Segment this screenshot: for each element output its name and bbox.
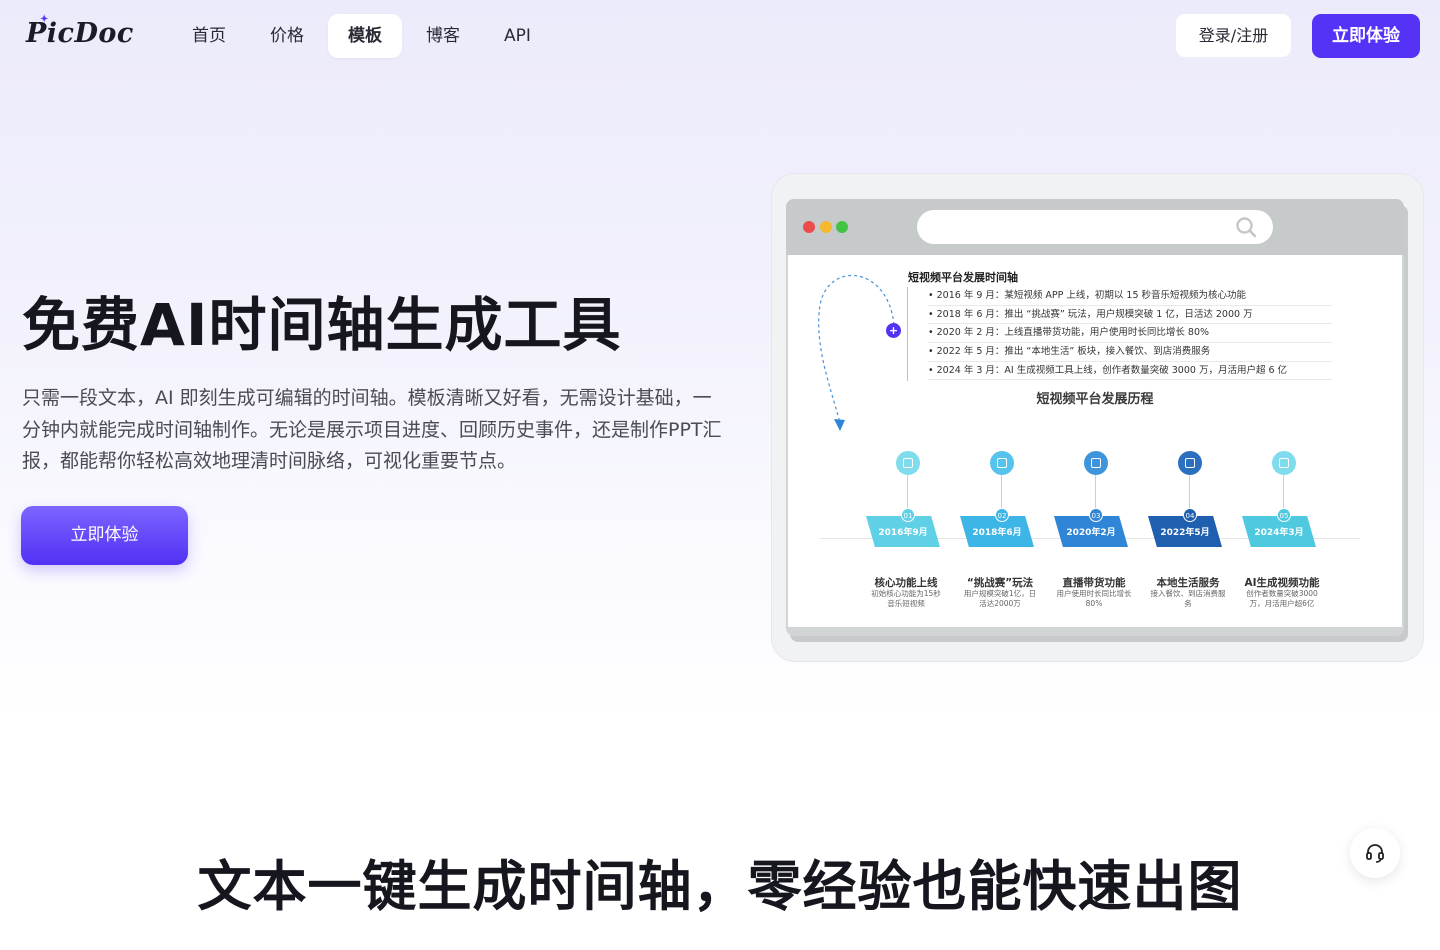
window-minimize-dot: [820, 221, 832, 233]
timeline-label: 核心功能上线: [874, 577, 938, 589]
headset-icon: [1366, 844, 1384, 863]
timeline-number: 03: [1089, 508, 1103, 522]
browser-mockup: + 短视频平台发展时间轴 • 2016 年 9 月：某短视频 APP 上线，初期…: [786, 199, 1404, 636]
nav-links: 首页 价格 模板 博客 API: [172, 14, 551, 58]
milestone-icon: [990, 451, 1014, 475]
doc-heading: 短视频平台发展时间轴: [908, 271, 1018, 284]
doc-list: • 2016 年 9 月：某短视频 APP 上线，初期以 15 秒音乐短视频为核…: [907, 287, 1332, 381]
timeline-stem: [1189, 475, 1190, 511]
timeline-desc: 用户规模突破1亿，日活达2000万: [963, 589, 1037, 608]
timeline-preview-page: + 短视频平台发展时间轴 • 2016 年 9 月：某短视频 APP 上线，初期…: [788, 255, 1402, 627]
timeline-desc: 用户使用时长同比增长80%: [1056, 589, 1132, 608]
timeline-number: 04: [1183, 508, 1197, 522]
customer-support-button[interactable]: [1350, 828, 1400, 878]
window-maximize-dot: [836, 221, 848, 233]
address-bar: [917, 210, 1273, 244]
timeline-label: 直播带货功能: [1062, 577, 1126, 589]
doc-line: • 2022 年 5 月：推出 “本地生活” 板块，接入餐饮、到店消费服务: [907, 343, 1332, 362]
timeline-number: 01: [901, 508, 915, 522]
doc-line: • 2024 年 3 月：AI 生成视频工具上线，创作者数量突破 3000 万，…: [907, 361, 1332, 381]
nav-templates[interactable]: 模板: [328, 14, 402, 58]
browser-toolbar: [786, 199, 1404, 255]
nav-pricing[interactable]: 价格: [250, 14, 324, 58]
section-title: 文本一键生成时间轴，零经验也能快速出图: [197, 855, 1243, 918]
plus-icon: +: [886, 323, 901, 338]
timeline-stem: [1095, 475, 1096, 511]
timeline-title: 短视频平台发展历程: [1036, 392, 1154, 407]
nav-api[interactable]: API: [484, 14, 551, 58]
timeline-stem: [907, 475, 908, 511]
doc-line: • 2018 年 6 月：推出 “挑战赛” 玩法，用户规模突破 1 亿，日活达 …: [907, 305, 1332, 325]
timeline-label: AI生成视频功能: [1244, 577, 1320, 589]
try-now-button[interactable]: 立即体验: [1312, 14, 1420, 58]
timeline-desc: 接入餐饮、到店消费服务: [1150, 589, 1226, 608]
nav-blog[interactable]: 博客: [406, 14, 480, 58]
milestone-icon: [1272, 451, 1296, 475]
timeline-desc: 创作者数量突破3000万，月活用户超6亿: [1246, 589, 1318, 608]
timeline-desc: 初始核心功能为15秒音乐短视频: [871, 589, 941, 608]
milestone-icon: [1178, 451, 1202, 475]
hero-try-now-button[interactable]: 立即体验: [21, 506, 188, 565]
doc-line: • 2016 年 9 月：某短视频 APP 上线，初期以 15 秒音乐短视频为核…: [907, 287, 1332, 306]
window-close-dot: [803, 221, 815, 233]
timeline-stem: [1283, 475, 1284, 511]
hero-title: 免费AI时间轴生成工具: [22, 291, 622, 359]
search-icon: [1236, 217, 1257, 238]
milestone-icon: [896, 451, 920, 475]
doc-line: • 2020 年 2 月：上线直播带货功能，用户使用时长同比增长 80%: [907, 324, 1332, 344]
timeline-stem: [1001, 475, 1002, 511]
top-nav: PicDoc ✦ 首页 价格 模板 博客 API 登录/注册 立即体验: [0, 0, 1440, 72]
timeline-label: “挑战赛”玩法: [966, 577, 1034, 589]
nav-home[interactable]: 首页: [172, 14, 246, 58]
milestone-icon: [1084, 451, 1108, 475]
timeline-number: 05: [1277, 508, 1291, 522]
picdoc-logo[interactable]: PicDoc ✦: [26, 14, 134, 49]
timeline-label: 本地生活服务: [1156, 577, 1220, 589]
login-register-button[interactable]: 登录/注册: [1176, 14, 1291, 57]
hero-description: 只需一段文本，AI 即刻生成可编辑的时间轴。模板清晰又好看，无需设计基础，一分钟…: [22, 387, 722, 472]
logo-spark-icon: ✦: [40, 14, 49, 25]
curve-arrow-icon: [818, 274, 895, 431]
timeline-number: 02: [995, 508, 1009, 522]
